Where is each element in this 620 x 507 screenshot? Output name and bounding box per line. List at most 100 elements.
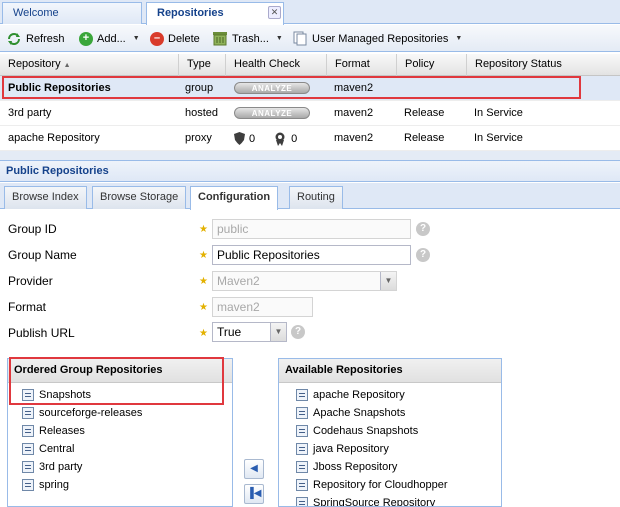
- refresh-label: Refresh: [26, 32, 65, 45]
- main-tab-bar: Welcome Repositories ✕: [0, 0, 620, 25]
- help-icon[interactable]: ?: [416, 248, 430, 262]
- tab-repositories[interactable]: Repositories ✕: [146, 2, 284, 25]
- list-item[interactable]: spring: [22, 476, 69, 494]
- tab-welcome-label: Welcome: [13, 7, 59, 19]
- group-id-field[interactable]: public: [212, 219, 411, 239]
- list-item[interactable]: SpringSource Repository: [296, 494, 435, 506]
- highlight-box-ordered-header: [9, 357, 224, 405]
- move-left-button[interactable]: ◀: [244, 459, 264, 479]
- publish-url-label: Publish URL: [8, 326, 75, 340]
- format-field[interactable]: maven2: [212, 297, 313, 317]
- trash-icon: [213, 32, 227, 46]
- chevron-down-icon: ▼: [270, 323, 286, 341]
- repository-icon: [296, 461, 308, 473]
- documents-icon: [293, 31, 307, 46]
- chevron-down-icon: ▼: [275, 34, 283, 42]
- column-header-format[interactable]: Format: [327, 54, 397, 76]
- format-label: Format: [8, 300, 47, 314]
- cell-status: In Service: [474, 132, 523, 144]
- required-star-icon: ★: [199, 224, 208, 235]
- cell-status: In Service: [474, 107, 523, 119]
- close-icon[interactable]: ✕: [268, 6, 281, 19]
- tab-routing[interactable]: Routing: [289, 186, 343, 209]
- license-count: 0: [291, 132, 298, 145]
- security-count: 0: [249, 132, 256, 145]
- move-all-left-button[interactable]: ▐◀: [244, 484, 264, 504]
- tab-browse-index[interactable]: Browse Index: [4, 186, 87, 209]
- table-row[interactable]: 3rd party hosted ANALYZE maven2 Release …: [0, 101, 620, 126]
- required-star-icon: ★: [199, 328, 208, 339]
- chevron-down-icon: ▼: [380, 272, 396, 290]
- repository-icon: [296, 425, 308, 437]
- detail-tab-bar: Browse Index Browse Storage Configuratio…: [0, 183, 620, 210]
- add-label: Add...: [97, 32, 126, 45]
- publish-url-value: True: [217, 325, 242, 339]
- chevron-down-icon: ▼: [455, 34, 463, 42]
- refresh-icon: [8, 32, 20, 45]
- user-managed-repositories-label: User Managed Repositories: [312, 32, 449, 45]
- repository-icon: [22, 425, 34, 437]
- repository-grid-header: Repository ▲ Type Health Check Format Po…: [0, 54, 620, 76]
- splitter[interactable]: [0, 151, 620, 160]
- column-header-policy[interactable]: Policy: [397, 54, 467, 76]
- cell-repository: apache Repository: [8, 132, 100, 144]
- repository-icon: [22, 461, 34, 473]
- publish-url-select[interactable]: True ▼: [212, 322, 287, 342]
- list-item[interactable]: java Repository: [296, 440, 389, 458]
- sort-ascending-icon: ▲: [63, 62, 71, 69]
- cell-type: hosted: [185, 107, 219, 119]
- repository-icon: [22, 407, 34, 419]
- list-item[interactable]: sourceforge-releases: [22, 404, 142, 422]
- detail-panel-title: Public Repositories: [0, 160, 620, 182]
- list-item[interactable]: 3rd party: [22, 458, 82, 476]
- repository-icon: [296, 389, 308, 401]
- group-name-label: Group Name: [8, 248, 77, 262]
- group-name-field[interactable]: Public Repositories: [212, 245, 411, 265]
- provider-select[interactable]: Maven2 ▼: [212, 271, 397, 291]
- column-header-health-check[interactable]: Health Check: [226, 54, 327, 76]
- list-item[interactable]: Apache Snapshots: [296, 404, 405, 422]
- repository-icon: [22, 479, 34, 491]
- cell-policy: Release: [404, 107, 445, 119]
- list-item[interactable]: Central: [22, 440, 74, 458]
- shield-icon: [234, 132, 245, 145]
- trash-label: Trash...: [232, 32, 269, 45]
- delete-button[interactable]: – Delete: [150, 30, 200, 47]
- provider-label: Provider: [8, 274, 53, 288]
- toolbar: Refresh + Add... ▼ – Delete Trash... ▼ U…: [0, 25, 620, 52]
- configuration-form: Group ID ★ public ? Group Name ★ Public …: [0, 210, 620, 507]
- table-row[interactable]: apache Repository proxy 0 0 maven2 Relea…: [0, 126, 620, 151]
- delete-label: Delete: [168, 32, 200, 45]
- analyze-button[interactable]: ANALYZE: [226, 101, 310, 126]
- list-item[interactable]: apache Repository: [296, 386, 405, 404]
- tab-browse-storage[interactable]: Browse Storage: [92, 186, 187, 209]
- cell-policy: Release: [404, 132, 445, 144]
- list-item[interactable]: Repository for Cloudhopper: [296, 476, 448, 494]
- provider-value: Maven2: [217, 274, 260, 288]
- group-id-label: Group ID: [8, 222, 57, 236]
- list-item[interactable]: Releases: [22, 422, 85, 440]
- tab-repositories-label: Repositories: [157, 7, 224, 19]
- column-header-repository[interactable]: Repository ▲: [0, 54, 179, 76]
- help-icon[interactable]: ?: [291, 325, 305, 339]
- help-icon[interactable]: ?: [416, 222, 430, 236]
- available-repositories-title: Available Repositories: [279, 359, 501, 383]
- trash-button[interactable]: Trash... ▼: [212, 30, 283, 47]
- tab-welcome[interactable]: Welcome: [2, 2, 142, 24]
- user-managed-repositories-button[interactable]: User Managed Repositories ▼: [293, 30, 462, 47]
- highlight-box-selected-row: [2, 76, 581, 99]
- column-header-repository-status[interactable]: Repository Status: [467, 54, 620, 76]
- required-star-icon: ★: [199, 250, 208, 261]
- refresh-button[interactable]: Refresh: [6, 30, 65, 47]
- list-item[interactable]: Jboss Repository: [296, 458, 397, 476]
- add-button[interactable]: + Add... ▼: [79, 30, 140, 47]
- required-star-icon: ★: [199, 276, 208, 287]
- column-header-type[interactable]: Type: [179, 54, 226, 76]
- column-header-repository-label: Repository: [8, 58, 61, 70]
- tab-configuration[interactable]: Configuration: [190, 186, 279, 210]
- required-star-icon: ★: [199, 302, 208, 313]
- list-item[interactable]: Codehaus Snapshots: [296, 422, 418, 440]
- license-badge-icon: [275, 132, 285, 146]
- chevron-down-icon: ▼: [132, 34, 140, 42]
- health-check-counts: 0 0: [226, 126, 297, 151]
